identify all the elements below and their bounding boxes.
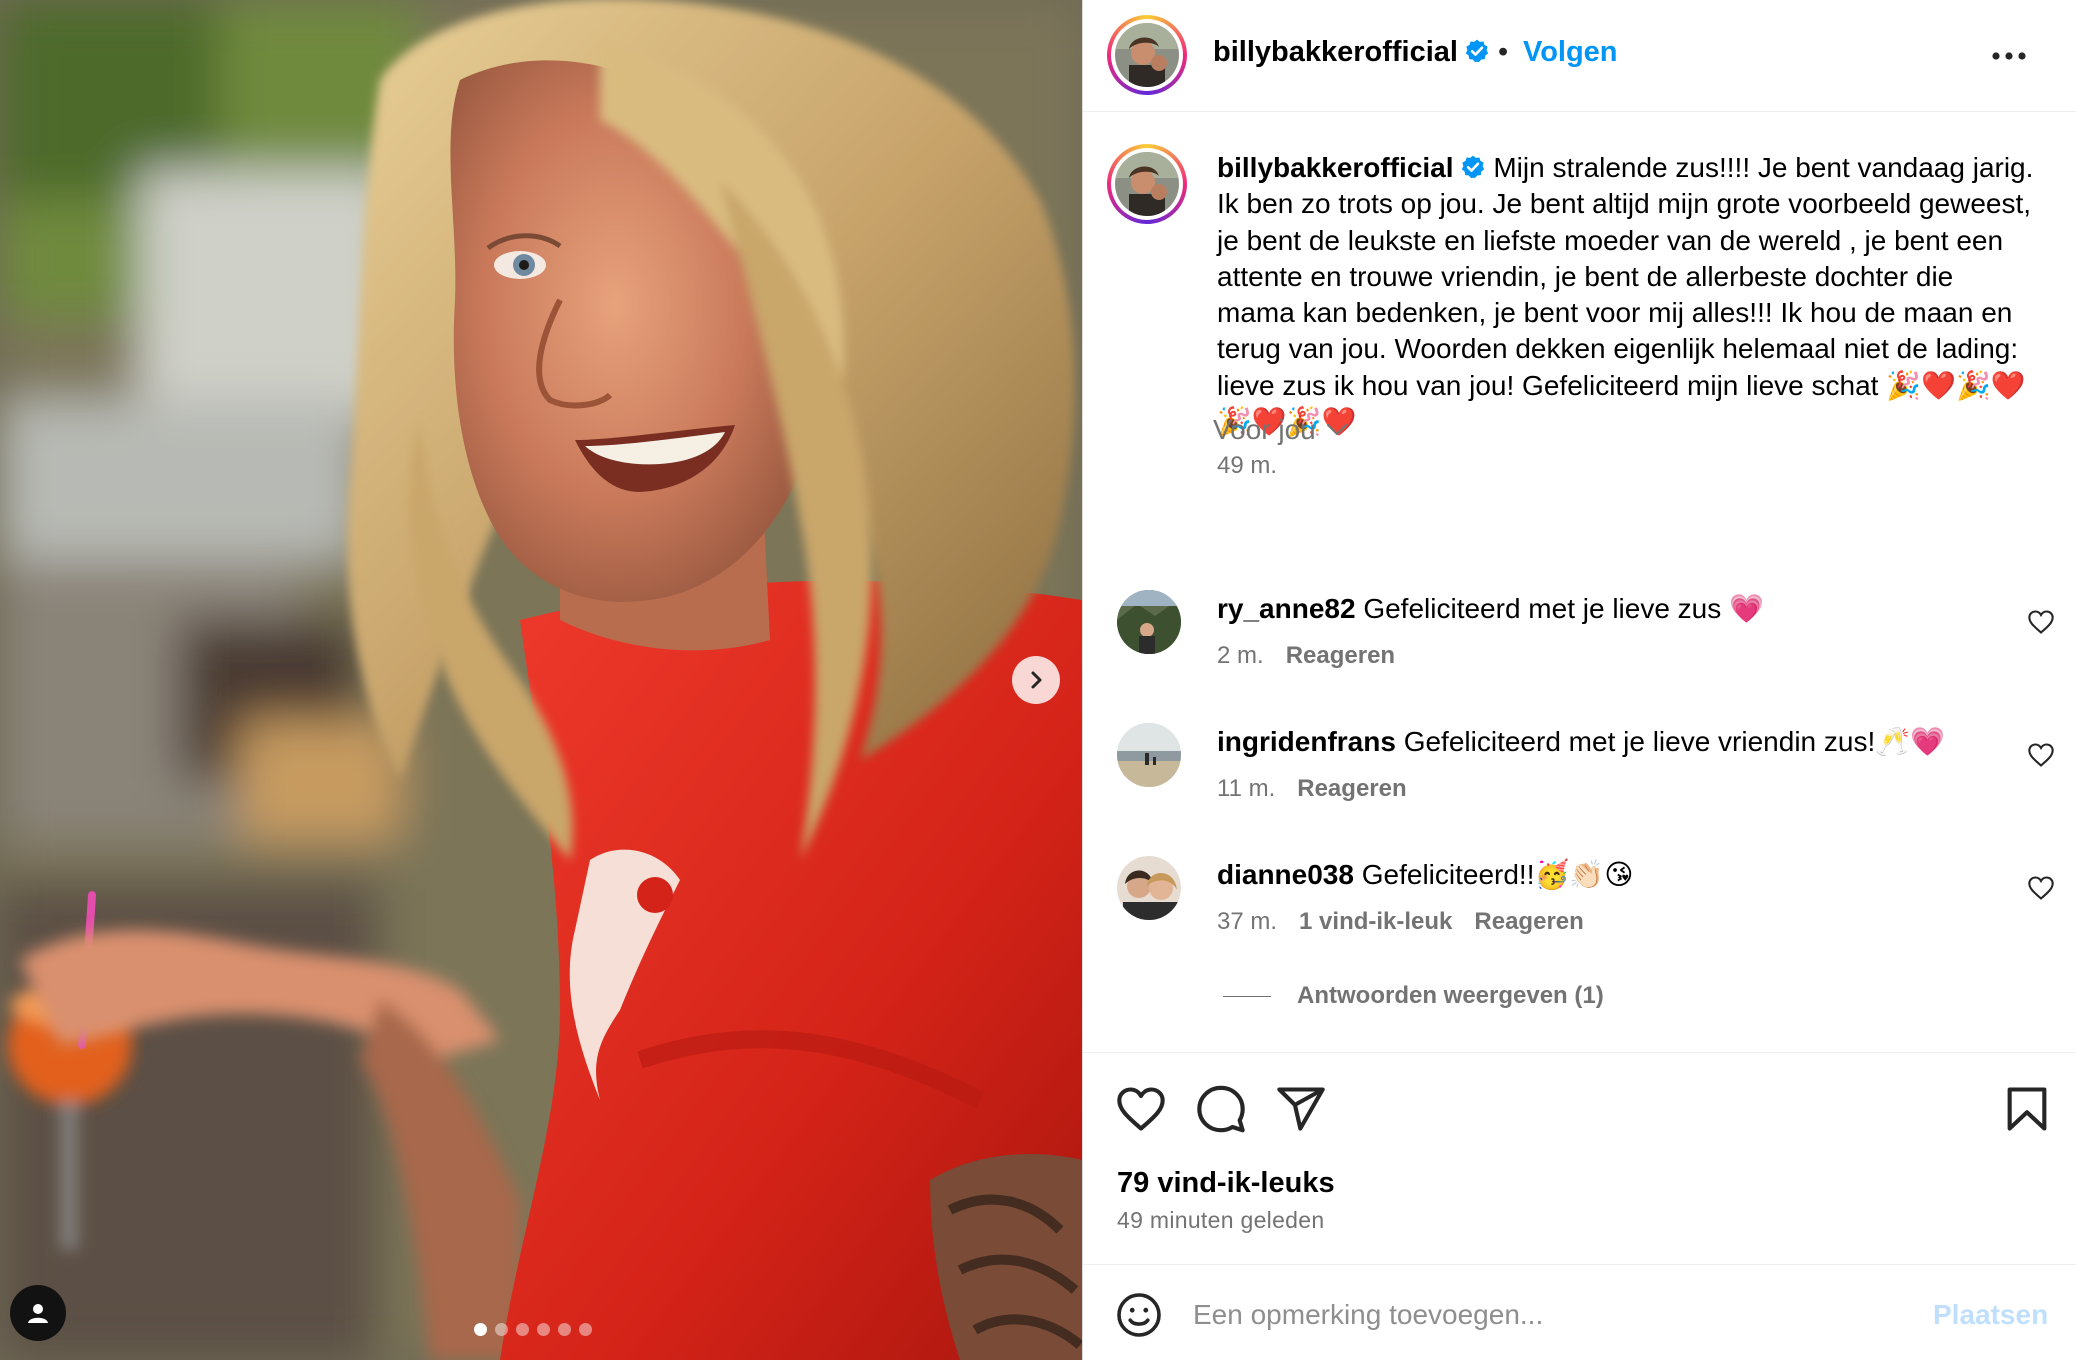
comment-likes-button[interactable]: 1 vind-ik-leuk	[1299, 908, 1452, 936]
comments-filter-dropdown[interactable]: Voor jou	[1213, 414, 1348, 446]
comment-item: dianne038 Gefeliciteerd!!🥳👏🏻😘 37 m. 1 vi…	[1083, 856, 2076, 956]
comment-meta: 2 m. Reageren	[1217, 642, 1395, 670]
carousel-indicator	[474, 1323, 592, 1336]
post-timestamp[interactable]: 49 minuten geleden	[1117, 1207, 1324, 1234]
reply-button[interactable]: Reageren	[1474, 908, 1583, 936]
commenter-avatar[interactable]	[1117, 723, 1181, 787]
comment-time: 11 m.	[1217, 775, 1276, 802]
commenter-avatar-image	[1117, 590, 1181, 654]
comment-like-icon[interactable]	[2027, 608, 2055, 636]
caption-body: Mijn stralende zus!!!! Je bent vandaag j…	[1217, 152, 2034, 438]
next-image-button[interactable]	[1012, 656, 1060, 704]
author-avatar-image	[1115, 23, 1179, 87]
comment-time: 37 m.	[1217, 908, 1278, 935]
carousel-dot	[516, 1323, 529, 1336]
commenter-avatar[interactable]	[1117, 590, 1181, 654]
comment-like-icon[interactable]	[2027, 874, 2055, 902]
author-username-text: billybakkerofficial	[1213, 36, 1458, 68]
follow-button[interactable]: Volgen	[1523, 36, 1618, 69]
comment-body: Gefeliciteerd!!🥳👏🏻😘	[1361, 859, 1634, 890]
commenter-avatar-image	[1117, 856, 1181, 920]
commenter-avatar[interactable]	[1117, 856, 1181, 920]
comment-text: ingridenfrans Gefeliciteerd met je lieve…	[1217, 725, 1977, 758]
more-options-button[interactable]	[1989, 38, 2029, 74]
commenter-avatar-image	[1117, 723, 1181, 787]
tagged-users-button[interactable]	[10, 1285, 66, 1341]
verified-badge-icon	[1461, 155, 1484, 179]
comment-input[interactable]	[1193, 1287, 1893, 1343]
carousel-dot	[495, 1323, 508, 1336]
comment-time: 2 m.	[1217, 642, 1264, 669]
commenter-username[interactable]: dianne038	[1217, 859, 1354, 890]
comment-text: ry_anne82 Gefeliciteerd met je lieve zus…	[1217, 592, 1977, 625]
comment-meta: 37 m. 1 vind-ik-leuk Reageren	[1217, 908, 1584, 936]
comment-item: ingridenfrans Gefeliciteerd met je lieve…	[1083, 723, 2076, 823]
send-icon[interactable]	[1275, 1083, 1327, 1135]
verified-badge-icon	[1465, 39, 1489, 63]
caption-username-text: billybakkerofficial	[1217, 152, 1454, 183]
post-comment-button[interactable]: Plaatsen	[1933, 1299, 2048, 1331]
carousel-dot	[579, 1323, 592, 1336]
carousel-dot	[558, 1323, 571, 1336]
comment-item: ry_anne82 Gefeliciteerd met je lieve zus…	[1083, 590, 2076, 690]
more-horizontal-icon	[1992, 52, 2026, 60]
likes-count[interactable]: 79 vind-ik-leuks	[1117, 1167, 1335, 1200]
caption-timestamp: 49 m.	[1217, 452, 1278, 479]
author-username[interactable]: billybakkerofficial	[1213, 36, 1490, 69]
carousel-dot	[537, 1323, 550, 1336]
carousel-dot	[474, 1323, 487, 1336]
comment-body: Gefeliciteerd met je lieve zus 💗	[1363, 593, 1764, 624]
replies-divider	[1223, 995, 1271, 997]
post-photo	[0, 0, 1082, 1360]
post-header: billybakkerofficial • Volgen	[1083, 0, 2076, 112]
comment-text: dianne038 Gefeliciteerd!!🥳👏🏻😘	[1217, 858, 1977, 891]
view-replies-label: Antwoorden weergeven (1)	[1297, 982, 1604, 1009]
add-comment-bar: Plaatsen	[1083, 1264, 2076, 1360]
comment-bubble-icon[interactable]	[1195, 1083, 1247, 1135]
comment-meta: 11 m. Reageren	[1217, 775, 1407, 803]
commenter-username[interactable]: ingridenfrans	[1217, 726, 1396, 757]
post-side-panel: billybakkerofficial • Volgen billybakker…	[1082, 0, 2076, 1360]
caption-text-block: billybakkerofficial Mijn stralende zus!!…	[1217, 150, 2037, 440]
comment-like-icon[interactable]	[2027, 741, 2055, 769]
commenter-username[interactable]: ry_anne82	[1217, 593, 1356, 624]
view-replies-button[interactable]: Antwoorden weergeven (1)	[1223, 982, 1604, 1010]
heart-icon[interactable]	[1115, 1083, 1167, 1135]
emoji-icon[interactable]	[1115, 1291, 1163, 1339]
chevron-down-icon	[1326, 424, 1347, 435]
reply-button[interactable]: Reageren	[1297, 775, 1406, 803]
caption-author-avatar[interactable]	[1107, 144, 1187, 224]
author-avatar[interactable]	[1107, 15, 1187, 95]
caption-username[interactable]: billybakkerofficial	[1217, 152, 1486, 183]
header-separator: •	[1498, 36, 1509, 68]
user-tag-icon	[28, 1304, 48, 1323]
reply-button[interactable]: Reageren	[1286, 642, 1395, 670]
chevron-right-icon	[1031, 671, 1042, 689]
caption-avatar-image	[1115, 152, 1179, 216]
post-actions: 79 vind-ik-leuks 49 minuten geleden	[1083, 1052, 2076, 1264]
post-media[interactable]	[0, 0, 1082, 1360]
comments-filter-label: Voor jou	[1213, 414, 1316, 445]
comment-body: Gefeliciteerd met je lieve vriendin zus!…	[1403, 726, 1945, 757]
bookmark-icon[interactable]	[2001, 1083, 2053, 1135]
